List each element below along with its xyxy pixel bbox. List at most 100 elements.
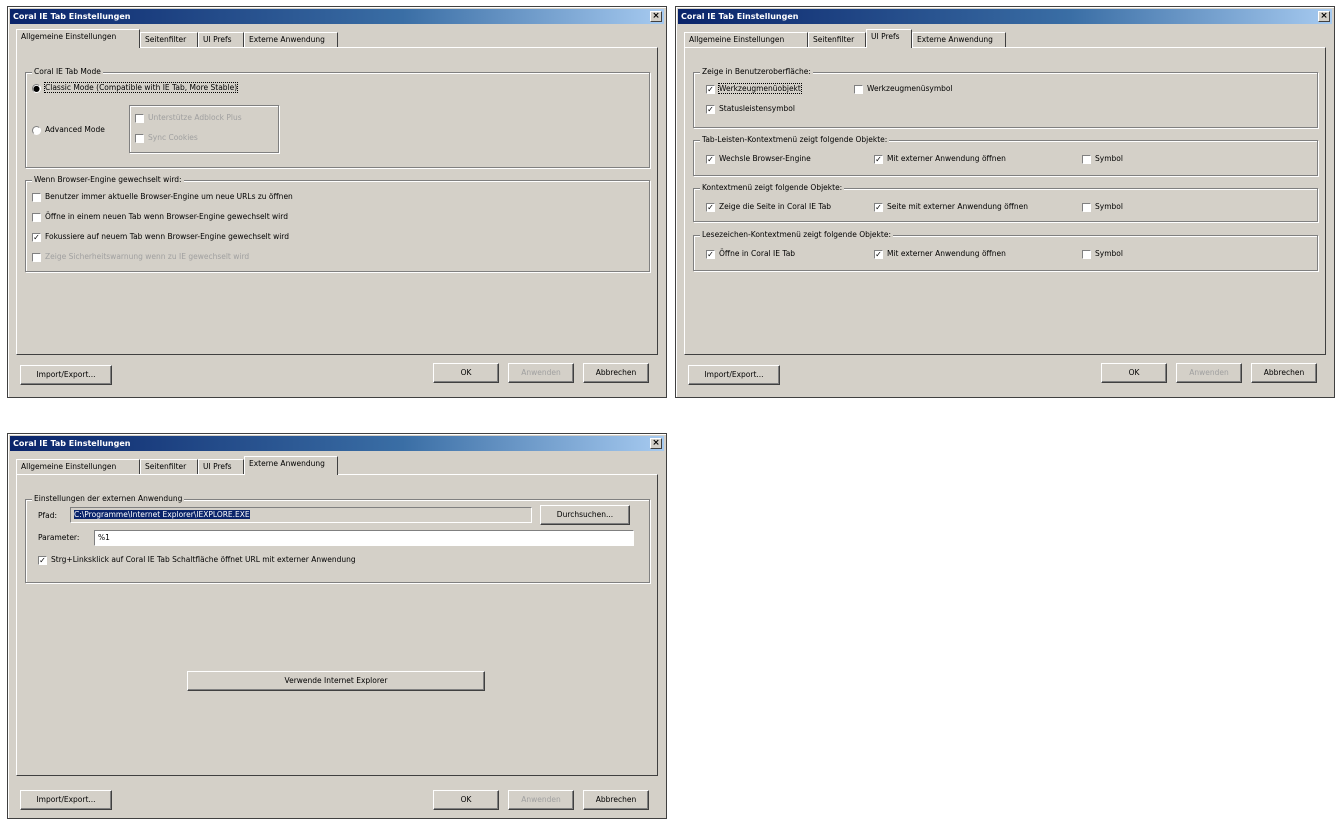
checkbox-icon — [1082, 249, 1091, 259]
window-title: Coral IE Tab Einstellungen — [10, 436, 664, 451]
close-button[interactable]: × — [1318, 11, 1330, 22]
import-export-button[interactable]: Import/Export... — [20, 365, 112, 385]
tabbar-group-label: Tab-Leisten-Kontextmenü zeigt folgende O… — [700, 135, 890, 144]
checkmark-icon: ✓ — [706, 154, 715, 164]
tab-page-filter[interactable]: Seitenfilter — [140, 32, 198, 47]
parameter-field[interactable]: %1 — [94, 530, 634, 546]
switch-engine-checkbox[interactable]: ✓ Wechsle Browser-Engine — [706, 153, 811, 164]
tab-ui-prefs[interactable]: UI Prefs — [198, 32, 244, 47]
tab-general[interactable]: Allgemeine Einstellungen — [684, 32, 808, 47]
statusbar-symbol-checkbox[interactable]: ✓ Statusleistensymbol — [706, 103, 795, 114]
tabbar-open-external-checkbox[interactable]: ✓ Mit externer Anwendung öffnen — [874, 153, 1006, 164]
toolbar-symbol-checkbox[interactable]: Werkzeugmenüsymbol — [854, 83, 953, 94]
toolbar-item-checkbox[interactable]: ✓ Werkzeugmenüobjekt — [706, 83, 802, 94]
path-label: Pfad: — [38, 511, 58, 520]
mode-group: Coral IE Tab Mode ● Classic Mode (Compati… — [25, 67, 650, 168]
apply-button[interactable]: Anwenden — [508, 790, 574, 810]
bookmark-symbol-checkbox[interactable]: Symbol — [1082, 248, 1123, 259]
tabbar-context-group: Tab-Leisten-Kontextmenü zeigt folgende O… — [693, 135, 1318, 176]
bookmark-group-label: Lesezeichen-Kontextmenü zeigt folgende O… — [700, 230, 893, 239]
checkbox-icon — [32, 192, 41, 202]
tab-panel: Einstellungen der externen Anwendung Pfa… — [16, 474, 658, 776]
checkmark-icon: ✓ — [32, 232, 41, 242]
mode-group-label: Coral IE Tab Mode — [32, 67, 103, 76]
window-title: Coral IE Tab Einstellungen — [678, 9, 1332, 24]
page-external-checkbox[interactable]: ✓ Seite mit externer Anwendung öffnen — [874, 201, 1028, 212]
adblock-checkbox[interactable]: Unterstütze Adblock Plus — [135, 112, 242, 123]
settings-window-ui-prefs: Coral IE Tab Einstellungen × Allgemeine … — [675, 6, 1335, 398]
path-value: C:\Programme\Internet Explorer\IEXPLORE.… — [74, 510, 250, 519]
tab-external-app[interactable]: Externe Anwendung — [912, 32, 1006, 47]
tabbar-symbol-checkbox[interactable]: Symbol — [1082, 153, 1123, 164]
bookmark-open-external-checkbox[interactable]: ✓ Mit externer Anwendung öffnen — [874, 248, 1006, 259]
checkmark-icon: ✓ — [874, 202, 883, 212]
checkmark-icon: ✓ — [706, 84, 715, 94]
tab-page-filter[interactable]: Seitenfilter — [140, 459, 198, 474]
settings-window-external: Coral IE Tab Einstellungen × Allgemeine … — [7, 433, 667, 819]
tab-ui-prefs[interactable]: UI Prefs — [198, 459, 244, 474]
tab-panel: Coral IE Tab Mode ● Classic Mode (Compati… — [16, 47, 658, 355]
radio-selected-icon: ● — [32, 83, 41, 93]
radio-icon — [32, 125, 41, 135]
cancel-button[interactable]: Abbrechen — [1251, 363, 1317, 383]
apply-button[interactable]: Anwenden — [508, 363, 574, 383]
engine-option-2[interactable]: ✓ Fokussiere auf neuem Tab wenn Browser-E… — [32, 231, 289, 242]
tab-panel: Zeige in Benutzeroberfläche: ✓ Werkzeugme… — [684, 47, 1326, 355]
import-export-button[interactable]: Import/Export... — [688, 365, 780, 385]
checkbox-icon — [854, 84, 863, 94]
path-field[interactable]: C:\Programme\Internet Explorer\IEXPLORE.… — [70, 507, 532, 523]
context-symbol-checkbox[interactable]: Symbol — [1082, 201, 1123, 212]
external-app-group: Einstellungen der externen Anwendung Pfa… — [25, 494, 650, 583]
ok-button[interactable]: OK — [1101, 363, 1167, 383]
checkmark-icon: ✓ — [706, 202, 715, 212]
ctrl-click-checkbox[interactable]: ✓ Strg+Linksklick auf Coral IE Tab Schalt… — [38, 554, 356, 565]
engine-switch-group: Wenn Browser-Engine gewechselt wird: Ben… — [25, 175, 650, 272]
checkmark-icon: ✓ — [874, 249, 883, 259]
checkmark-icon: ✓ — [874, 154, 883, 164]
checkmark-icon: ✓ — [706, 249, 715, 259]
close-button[interactable]: × — [650, 11, 662, 22]
checkbox-icon — [1082, 202, 1091, 212]
open-in-coral-checkbox[interactable]: ✓ Öffne in Coral IE Tab — [706, 248, 795, 259]
engine-group-label: Wenn Browser-Engine gewechselt wird: — [32, 175, 184, 184]
tab-external-app[interactable]: Externe Anwendung — [244, 32, 338, 47]
show-in-ui-group: Zeige in Benutzeroberfläche: ✓ Werkzeugme… — [693, 67, 1318, 128]
window-title: Coral IE Tab Einstellungen — [10, 9, 664, 24]
checkbox-icon — [135, 113, 144, 123]
settings-window-general: Coral IE Tab Einstellungen × Allgemeine … — [7, 6, 667, 398]
close-button[interactable]: × — [650, 438, 662, 449]
cancel-button[interactable]: Abbrechen — [583, 363, 649, 383]
advanced-mode-radio[interactable]: Advanced Mode — [32, 124, 105, 135]
show-group-label: Zeige in Benutzeroberfläche: — [700, 67, 813, 76]
apply-button[interactable]: Anwenden — [1176, 363, 1242, 383]
cancel-button[interactable]: Abbrechen — [583, 790, 649, 810]
engine-option-1[interactable]: Öffne in einem neuen Tab wenn Browser-En… — [32, 211, 288, 222]
browse-button[interactable]: Durchsuchen... — [540, 505, 630, 525]
external-group-label: Einstellungen der externen Anwendung — [32, 494, 185, 503]
engine-option-3[interactable]: Zeige Sicherheitswarnung wenn zu IE gewe… — [32, 251, 249, 262]
classic-mode-radio[interactable]: ● Classic Mode (Compatible with IE Tab, M… — [32, 82, 239, 93]
parameter-label: Parameter: — [38, 533, 80, 542]
tab-general[interactable]: Allgemeine Einstellungen — [16, 29, 140, 48]
engine-option-0[interactable]: Benutzer immer aktuelle Browser-Engine u… — [32, 191, 293, 202]
tab-general[interactable]: Allgemeine Einstellungen — [16, 459, 140, 474]
ok-button[interactable]: OK — [433, 790, 499, 810]
use-ie-button[interactable]: Verwende Internet Explorer — [187, 671, 485, 691]
sync-cookies-checkbox[interactable]: Sync Cookies — [135, 132, 198, 143]
import-export-button[interactable]: Import/Export... — [20, 790, 112, 810]
ok-button[interactable]: OK — [433, 363, 499, 383]
checkbox-icon — [32, 252, 41, 262]
checkbox-icon — [135, 133, 144, 143]
show-page-coral-checkbox[interactable]: ✓ Zeige die Seite in Coral IE Tab — [706, 201, 831, 212]
tab-page-filter[interactable]: Seitenfilter — [808, 32, 866, 47]
tab-ui-prefs[interactable]: UI Prefs — [866, 29, 912, 48]
checkbox-icon — [1082, 154, 1091, 164]
checkmark-icon: ✓ — [38, 555, 47, 565]
checkmark-icon: ✓ — [706, 104, 715, 114]
advanced-options-group: Unterstütze Adblock Plus Sync Cookies — [129, 105, 279, 153]
context-menu-group: Kontextmenü zeigt folgende Objekte: ✓ Zei… — [693, 183, 1318, 222]
checkbox-icon — [32, 212, 41, 222]
tab-external-app[interactable]: Externe Anwendung — [244, 456, 338, 475]
bookmark-context-group: Lesezeichen-Kontextmenü zeigt folgende O… — [693, 230, 1318, 271]
context-group-label: Kontextmenü zeigt folgende Objekte: — [700, 183, 845, 192]
